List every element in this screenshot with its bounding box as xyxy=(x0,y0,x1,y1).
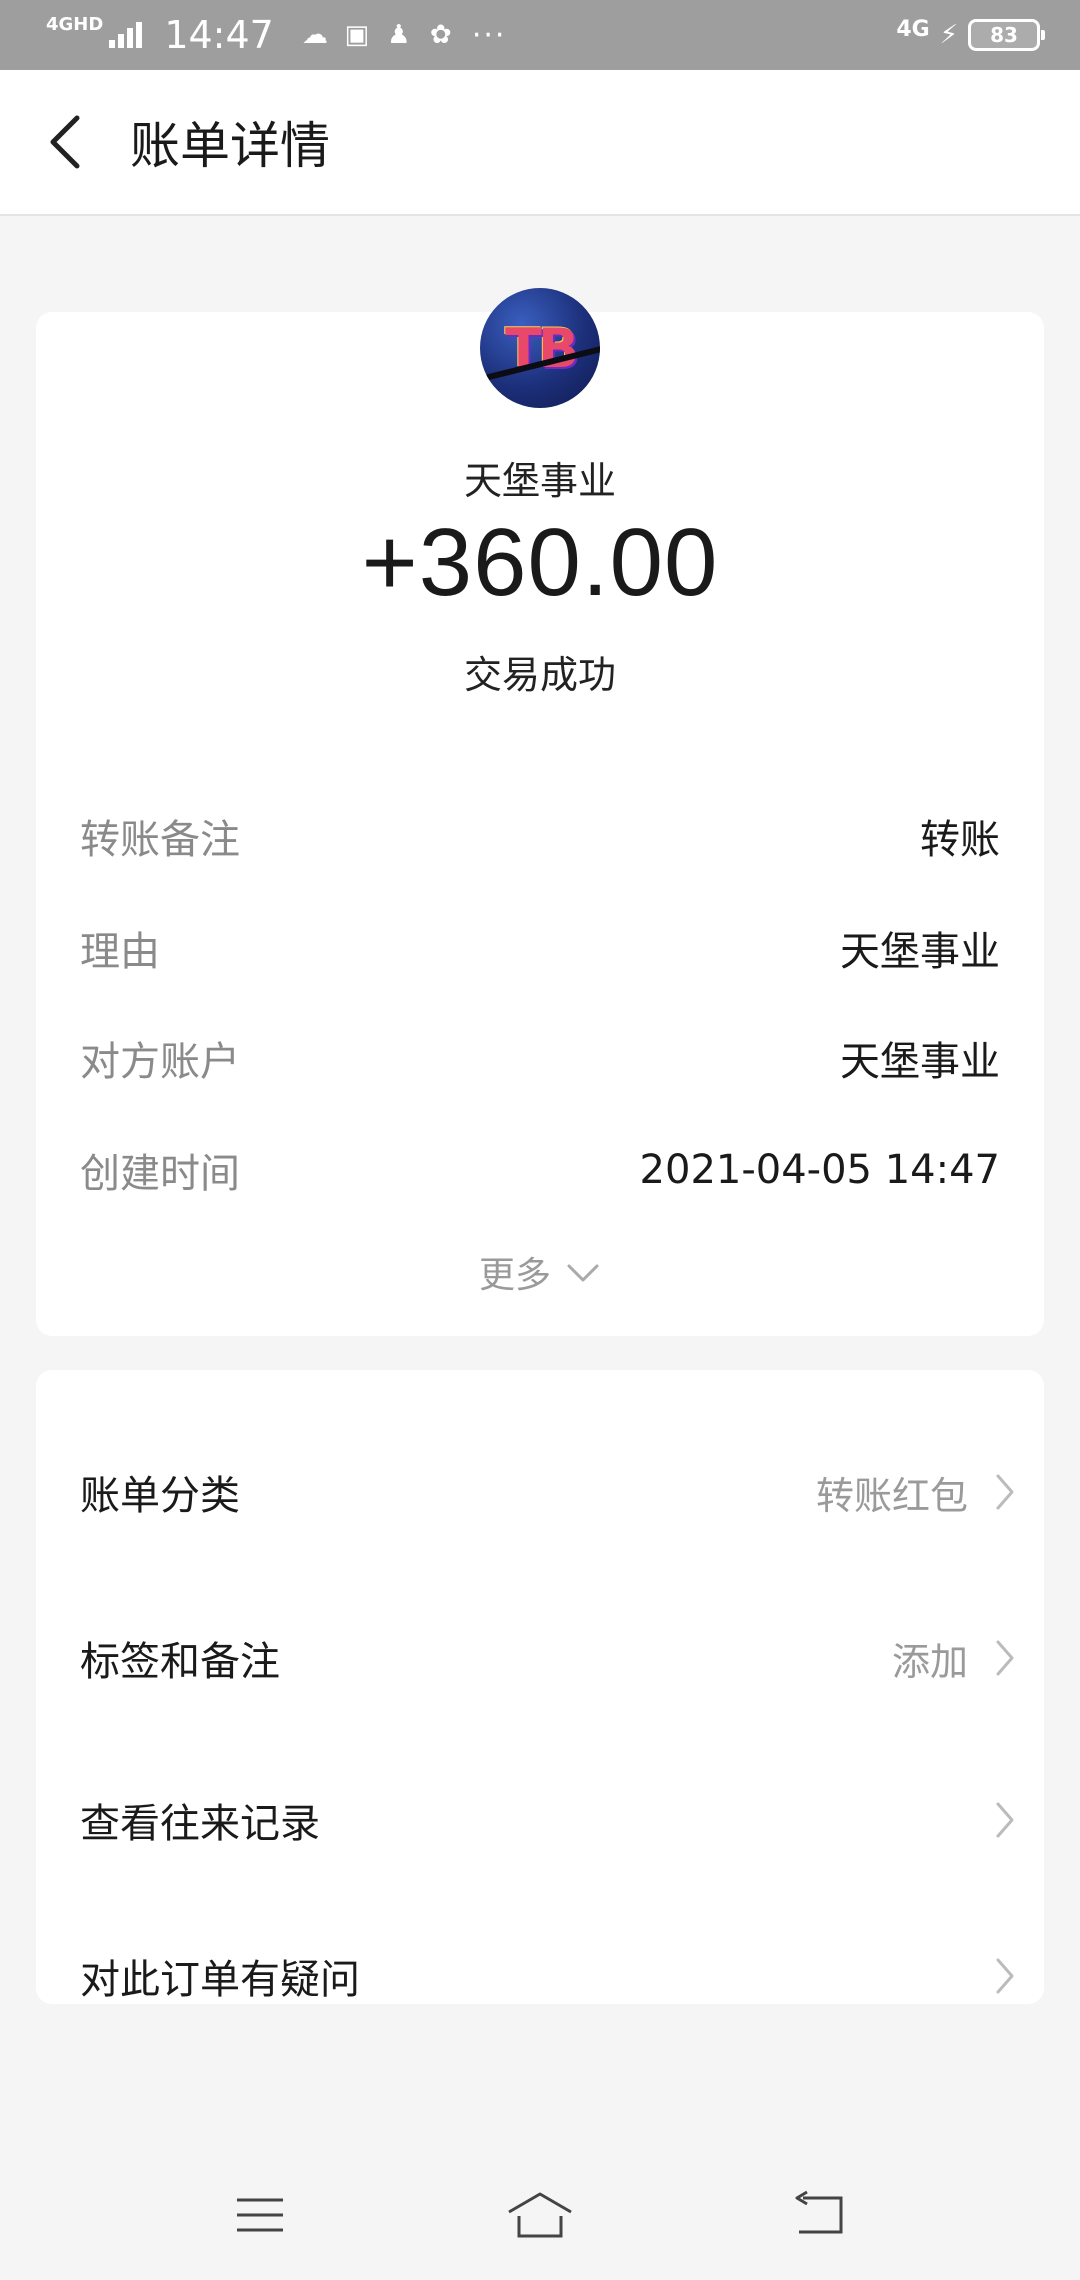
more-label: 更多 xyxy=(478,1255,551,1296)
page-title: 账单详情 xyxy=(130,117,330,175)
detail-label: 转账备注 xyxy=(80,817,240,863)
chevron-right-icon xyxy=(996,1802,1014,1838)
menu-item-tags-notes[interactable]: 标签和备注 添加 xyxy=(80,1618,1016,1698)
chevron-right-icon xyxy=(996,1958,1014,1994)
options-card: 账单分类 转账红包 标签和备注 添加 查看往来记录 对此订单有疑问 xyxy=(36,1370,1044,2004)
back-icon xyxy=(795,2190,843,2234)
pinwheel-icon: ✿ xyxy=(429,20,452,50)
detail-value: 转账 xyxy=(920,817,1000,863)
detail-label: 创建时间 xyxy=(80,1151,240,1197)
menu-label: 账单分类 xyxy=(80,1473,240,1519)
detail-value: 2021-04-05 14:47 xyxy=(639,1147,1000,1193)
transaction-status: 交易成功 xyxy=(463,653,616,697)
chevron-down-icon xyxy=(567,1264,599,1282)
app-notification-icon: ▣ xyxy=(344,20,370,50)
qq-icon: ♟ xyxy=(387,20,411,50)
app-header: 账单详情 xyxy=(0,70,1080,216)
more-toggle[interactable]: 更多 xyxy=(36,1246,1044,1298)
home-icon xyxy=(508,2192,572,2238)
menu-icon xyxy=(237,2198,283,2232)
nav-back-button[interactable] xyxy=(775,2185,865,2245)
avatar-logo-text: TB xyxy=(505,316,579,380)
nav-home-button[interactable] xyxy=(495,2185,585,2245)
cloud-icon: ☁ xyxy=(301,20,328,50)
system-nav-bar xyxy=(0,2150,1080,2280)
transaction-card: TB 天堡事业 +360.00 交易成功 转账备注 转账 理由 天堡事业 对方账… xyxy=(36,288,1044,1336)
chevron-right-icon xyxy=(996,1474,1014,1510)
back-button[interactable] xyxy=(0,69,130,215)
menu-item-transaction-history[interactable]: 查看往来记录 xyxy=(80,1780,1016,1860)
detail-row-counterparty: 对方账户 天堡事业 xyxy=(80,1028,1000,1088)
detail-row-created-time: 创建时间 2021-04-05 14:47 xyxy=(80,1140,1000,1200)
transaction-amount: +360.00 xyxy=(361,509,719,616)
payee-avatar[interactable]: TB xyxy=(480,288,600,408)
menu-item-bill-category[interactable]: 账单分类 转账红包 xyxy=(80,1452,1016,1532)
detail-row-remark: 转账备注 转账 xyxy=(80,806,1000,866)
charging-icon: ⚡ xyxy=(939,20,958,50)
detail-value: 天堡事业 xyxy=(840,929,1000,975)
network-type: 4G xyxy=(896,16,930,42)
chevron-left-icon xyxy=(50,115,80,169)
nav-menu-button[interactable] xyxy=(215,2185,305,2245)
menu-value: 转账红包 xyxy=(815,1473,968,1518)
more-notifications-icon: ··· xyxy=(471,17,507,53)
detail-value: 天堡事业 xyxy=(840,1039,1000,1085)
chevron-right-icon xyxy=(996,1640,1014,1676)
detail-label: 对方账户 xyxy=(80,1039,240,1085)
menu-value: 添加 xyxy=(891,1639,968,1684)
detail-label: 理由 xyxy=(80,929,160,975)
battery-indicator: 83 xyxy=(968,19,1045,51)
menu-item-order-question[interactable]: 对此订单有疑问 xyxy=(80,1936,1016,2016)
signal-icon xyxy=(109,22,143,48)
network-badge: 4GHD xyxy=(46,14,104,35)
menu-label: 对此订单有疑问 xyxy=(80,1957,360,2003)
detail-row-reason: 理由 天堡事业 xyxy=(80,918,1000,978)
status-bar: 4GHD 14:47 ☁ ▣ ♟ ✿ ··· 4G ⚡ 83 xyxy=(0,0,1080,70)
menu-label: 查看往来记录 xyxy=(80,1801,320,1847)
menu-label: 标签和备注 xyxy=(80,1639,280,1685)
payee-name: 天堡事业 xyxy=(463,459,616,503)
status-time: 14:47 xyxy=(164,13,274,57)
